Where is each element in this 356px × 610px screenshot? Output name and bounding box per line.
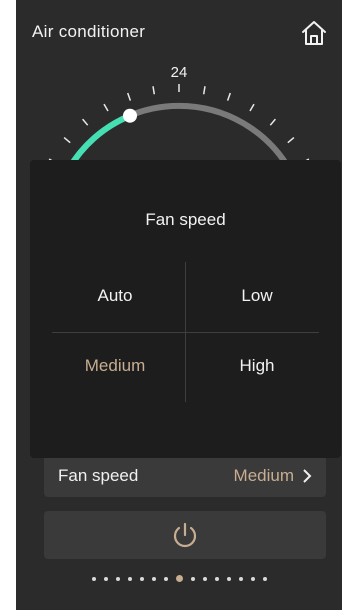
fan-speed-value-group: Medium: [234, 466, 312, 486]
dial-tick: [249, 103, 255, 112]
temperature-value: 24: [170, 64, 188, 81]
divider-vertical: [185, 262, 186, 402]
fan-option-low[interactable]: Low: [192, 286, 322, 306]
page-dot-active[interactable]: [175, 575, 183, 582]
page-indicator: [16, 575, 342, 582]
page-dot[interactable]: [91, 576, 96, 581]
page-dot[interactable]: [115, 576, 120, 581]
fan-speed-dialog: Fan speed Auto Low Medium High: [30, 160, 341, 458]
dial-tick: [63, 137, 71, 144]
page-dot[interactable]: [127, 576, 132, 581]
page-dot[interactable]: [163, 576, 168, 581]
chevron-right-icon: [303, 469, 312, 483]
dial-tick: [269, 118, 276, 126]
dial-tick: [202, 86, 206, 95]
page-dot[interactable]: [151, 576, 156, 581]
dial-tick: [152, 86, 156, 95]
fan-option-high[interactable]: High: [192, 356, 322, 376]
power-button[interactable]: [44, 511, 326, 559]
dial-tick: [82, 118, 89, 126]
fan-speed-row[interactable]: Fan speed Medium: [44, 455, 326, 497]
fan-option-auto[interactable]: Auto: [50, 286, 180, 306]
dial-tick: [126, 92, 132, 101]
page-dot[interactable]: [250, 576, 255, 581]
page-dot[interactable]: [202, 576, 207, 581]
page-dot[interactable]: [238, 576, 243, 581]
dial-tick: [287, 137, 295, 144]
fan-speed-label: Fan speed: [58, 466, 139, 485]
page-dot[interactable]: [139, 576, 144, 581]
dial-tick: [103, 103, 109, 112]
dial-knob[interactable]: [123, 108, 137, 123]
page-title: Air conditioner: [32, 22, 146, 41]
page-dot[interactable]: [103, 576, 108, 581]
home-icon: [302, 21, 326, 45]
page-dot[interactable]: [190, 576, 195, 581]
home-button[interactable]: [300, 18, 328, 48]
page-dot[interactable]: [262, 576, 267, 581]
fan-option-medium[interactable]: Medium: [50, 356, 180, 376]
dialog-title: Fan speed: [145, 210, 226, 229]
dial-tick: [226, 92, 232, 101]
page-dot[interactable]: [214, 576, 219, 581]
screen: Air conditioner 24 Fan speed Medium Fan: [16, 0, 342, 610]
power-icon: [173, 522, 197, 548]
fan-speed-value: Medium: [233, 466, 294, 485]
page-dot[interactable]: [226, 576, 231, 581]
